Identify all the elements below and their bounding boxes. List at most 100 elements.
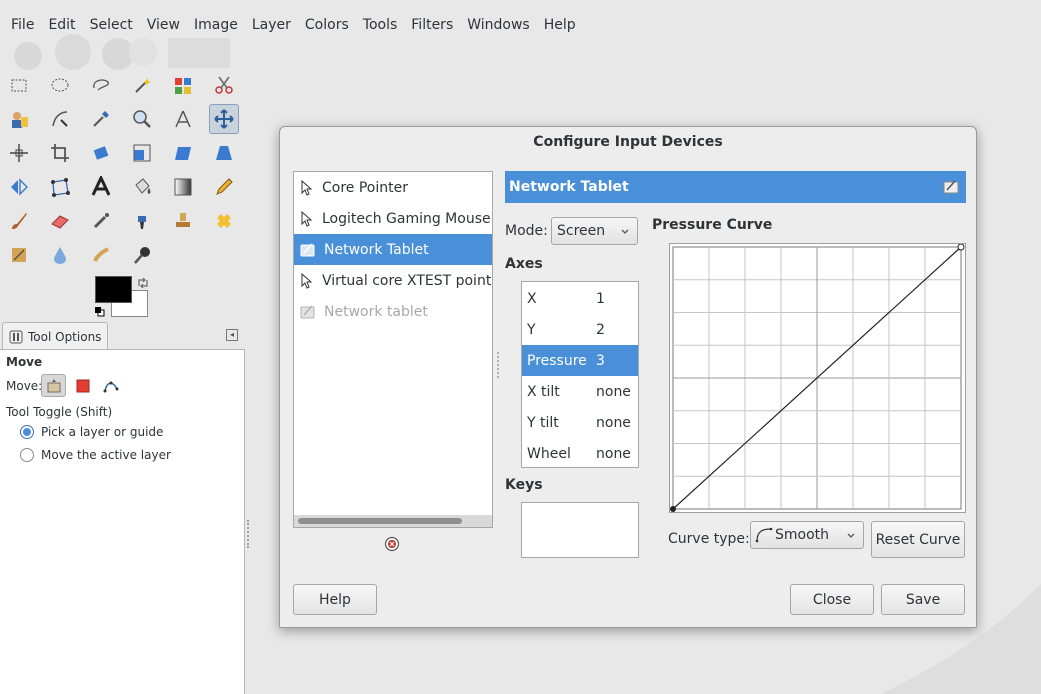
curve-control-point[interactable] [670, 506, 676, 512]
curve-editor[interactable] [669, 243, 966, 513]
tool-foreground-select[interactable] [4, 104, 34, 134]
foreground-color-swatch[interactable] [95, 276, 132, 303]
curve-type-combo[interactable]: Smooth [750, 521, 864, 549]
eraser-icon [51, 215, 69, 229]
clear-device-icon[interactable] [384, 536, 400, 552]
text-icon [91, 176, 111, 196]
menu-item-layer[interactable]: Layer [245, 16, 298, 34]
device-list-item[interactable]: Virtual core XTEST pointer [294, 265, 492, 296]
tool-cage-transform[interactable] [45, 172, 75, 202]
save-button[interactable]: Save [881, 584, 965, 615]
pane-resize-handle[interactable] [497, 352, 501, 378]
menu-item-select[interactable]: Select [83, 16, 140, 34]
tool-text[interactable] [86, 172, 116, 202]
tool-blend[interactable] [168, 172, 198, 202]
move-path-button[interactable] [98, 374, 123, 397]
reset-curve-button[interactable]: Reset Curve [871, 521, 965, 558]
menu-item-colors[interactable]: Colors [298, 16, 356, 34]
tool-perspective-clone[interactable] [4, 240, 34, 270]
axis-row[interactable]: X1 [522, 283, 638, 314]
tool-rect-select[interactable] [4, 70, 34, 100]
tool-dodge-burn[interactable] [127, 240, 157, 270]
swap-colors-icon[interactable] [136, 276, 150, 290]
axis-row[interactable]: Wheel none [522, 438, 638, 469]
device-name: Network tablet [324, 303, 428, 320]
tool-color-picker[interactable] [86, 104, 116, 134]
tool-fuzzy-select[interactable] [127, 70, 157, 100]
menu-item-help[interactable]: Help [537, 16, 583, 34]
curve-control-point[interactable] [957, 243, 965, 251]
axis-name: X [527, 290, 537, 307]
tool-ellipse-select[interactable] [45, 70, 75, 100]
tool-blur-sharpen[interactable] [45, 240, 75, 270]
menu-item-filters[interactable]: Filters [404, 16, 460, 34]
configure-tab-button[interactable]: ◂ [226, 329, 238, 341]
tool-zoom[interactable] [127, 104, 157, 134]
tool-flip[interactable] [4, 172, 34, 202]
tool-measure[interactable] [168, 104, 198, 134]
move-selection-button[interactable] [70, 374, 95, 397]
tool-perspective[interactable] [209, 138, 239, 168]
radio-button[interactable] [20, 425, 34, 439]
tool-crop[interactable] [45, 138, 75, 168]
selection-icon [76, 379, 89, 392]
move-layer-button[interactable] [41, 374, 66, 397]
tool-smudge[interactable] [86, 240, 116, 270]
curve-type-value: Smooth [775, 527, 830, 543]
tool-eraser[interactable] [45, 206, 75, 236]
zoom-icon [133, 110, 151, 128]
clone-icon [176, 213, 190, 227]
menu-item-windows[interactable]: Windows [460, 16, 537, 34]
mode-combo[interactable]: Screen [551, 217, 638, 245]
menu-item-image[interactable]: Image [187, 16, 245, 34]
dock-resize-handle[interactable] [247, 520, 251, 548]
device-list-item: Network tablet [294, 296, 492, 327]
tablet-icon [943, 180, 959, 194]
axis-row[interactable]: Y2 [522, 314, 638, 345]
tab-tool-options[interactable]: Tool Options [2, 322, 108, 350]
ink-icon [138, 216, 146, 229]
tool-airbrush[interactable] [86, 206, 116, 236]
blur-sharpen-icon [54, 247, 66, 264]
tool-paintbrush[interactable] [4, 206, 34, 236]
axis-row[interactable]: Y tilt none [522, 407, 638, 438]
tool-align[interactable] [4, 138, 34, 168]
radio-pick-layer[interactable]: Pick a layer or guide [20, 425, 163, 439]
menu-item-tools[interactable]: Tools [356, 16, 405, 34]
tablet-icon [300, 243, 315, 256]
close-button[interactable]: Close [790, 584, 874, 615]
curve-graph[interactable] [670, 243, 965, 512]
pencil-icon [216, 178, 233, 195]
shear-icon [175, 147, 191, 160]
help-button[interactable]: Help [293, 584, 377, 615]
device-list-item[interactable]: Network Tablet [294, 234, 492, 265]
reset-colors-icon[interactable] [94, 306, 106, 318]
smudge-icon [93, 247, 109, 262]
tool-bucket-fill[interactable] [127, 172, 157, 202]
tool-select-by-color[interactable] [168, 70, 198, 100]
radio-move-active-layer[interactable]: Move the active layer [20, 448, 171, 462]
horizontal-scrollbar[interactable] [294, 515, 492, 527]
device-list-item[interactable]: Logitech Gaming Mouse G400 [294, 203, 492, 234]
axis-row[interactable]: X tilt none [522, 376, 638, 407]
axis-row[interactable]: Pressure 3 [522, 345, 638, 376]
tool-ink[interactable] [127, 206, 157, 236]
device-list-item[interactable]: Core Pointer [294, 172, 492, 203]
keys-list[interactable] [521, 502, 639, 558]
tool-free-select[interactable] [86, 70, 116, 100]
tool-rotate[interactable] [86, 138, 116, 168]
tool-paths[interactable] [45, 104, 75, 134]
tool-pencil[interactable] [209, 172, 239, 202]
tool-scissors-select[interactable] [209, 70, 239, 100]
tool-move[interactable] [209, 104, 239, 134]
perspective-clone-icon [12, 248, 26, 262]
menu-item-view[interactable]: View [140, 16, 187, 34]
menu-item-edit[interactable]: Edit [41, 16, 82, 34]
tool-clone[interactable] [168, 206, 198, 236]
radio-button[interactable] [20, 448, 34, 462]
tool-shear[interactable] [168, 138, 198, 168]
scrollbar-thumb[interactable] [298, 518, 462, 524]
tool-scale[interactable] [127, 138, 157, 168]
tool-heal[interactable] [209, 206, 239, 236]
menu-item-file[interactable]: File [4, 16, 41, 34]
